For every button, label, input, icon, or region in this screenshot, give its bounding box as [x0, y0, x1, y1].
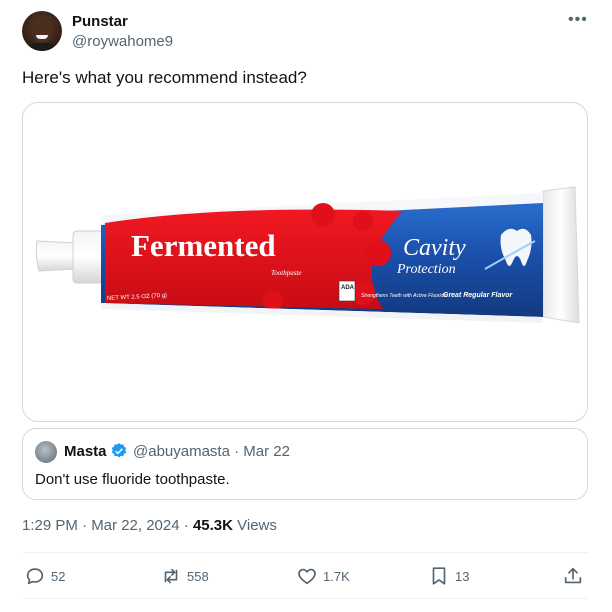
more-options-icon[interactable]: •••: [568, 12, 588, 28]
views-label: Views: [237, 517, 277, 534]
bookmark-icon: [432, 567, 446, 585]
quote-text: Don't use fluoride toothpaste.: [35, 471, 230, 488]
red-splotch: [263, 291, 283, 311]
red-splotch: [365, 240, 391, 266]
bookmark-count: 13: [455, 568, 470, 584]
verified-badge-icon: [111, 443, 127, 458]
divider: [22, 552, 588, 553]
toothpaste-tube-image: Fermented Toothpaste NET WT 2.5 OZ (70 g…: [35, 186, 580, 324]
quoted-tweet[interactable]: Masta @abuyamasta · Mar 22 Don't use flu…: [22, 428, 588, 500]
cavity-text: Cavity: [403, 235, 466, 261]
ada-seal: [338, 280, 356, 302]
tweet-text: Here's what you recommend instead?: [22, 68, 307, 87]
retweet-button[interactable]: 558: [160, 565, 209, 587]
red-splotch: [311, 203, 335, 227]
share-icon: [564, 567, 582, 584]
tube-neck: [72, 230, 104, 284]
tweet-meta: 1:29 PM · Mar 22, 2024 · 45.3K Views: [22, 517, 277, 534]
avatar-face: [32, 19, 52, 43]
strengthens-text: Strengthens Teeth with Active Fluoride: [361, 293, 446, 299]
ada-seal-text: ADA: [341, 285, 355, 291]
like-count: 1.7K: [323, 568, 350, 584]
heart-icon: [298, 568, 316, 585]
quote-date[interactable]: Mar 22: [243, 443, 290, 460]
flavor-text: Great Regular Flavor: [443, 292, 514, 299]
meta-separator: ·: [183, 517, 193, 534]
reply-count: 52: [51, 568, 66, 584]
views-count: 45.3K: [192, 517, 233, 534]
quote-separator: ·: [234, 443, 240, 460]
author-avatar[interactable]: [22, 11, 62, 51]
author-handle[interactable]: @roywahome9: [72, 33, 173, 50]
reply-button[interactable]: 52: [24, 565, 65, 587]
tube-sub-text: Toothpaste: [271, 269, 301, 277]
red-splotch: [353, 211, 373, 231]
avatar-shirt: [26, 43, 58, 51]
share-button[interactable]: [562, 565, 589, 587]
quote-meta: @abuyamasta · Mar 22: [133, 443, 290, 460]
tube-crimp: [542, 186, 580, 324]
quote-author-name[interactable]: Masta: [64, 443, 107, 460]
quote-author-handle[interactable]: @abuyamasta: [133, 443, 230, 460]
tweet-media-image[interactable]: Fermented Toothpaste NET WT 2.5 OZ (70 g…: [22, 102, 588, 422]
divider: [22, 598, 588, 599]
quote-author-avatar[interactable]: [35, 441, 57, 463]
like-button[interactable]: 1.7K: [296, 565, 350, 587]
author-display-name[interactable]: Punstar: [72, 13, 128, 30]
tube-cap: [35, 240, 76, 272]
tweet-timestamp[interactable]: 1:29 PM · Mar 22, 2024: [22, 517, 180, 534]
retweet-count: 558: [187, 568, 209, 584]
tube-brand-text: Fermented: [131, 228, 276, 263]
protection-text: Protection: [396, 262, 456, 277]
bookmark-button[interactable]: 13: [428, 565, 469, 587]
retweet-icon: [164, 568, 178, 584]
reply-icon: [26, 568, 44, 585]
